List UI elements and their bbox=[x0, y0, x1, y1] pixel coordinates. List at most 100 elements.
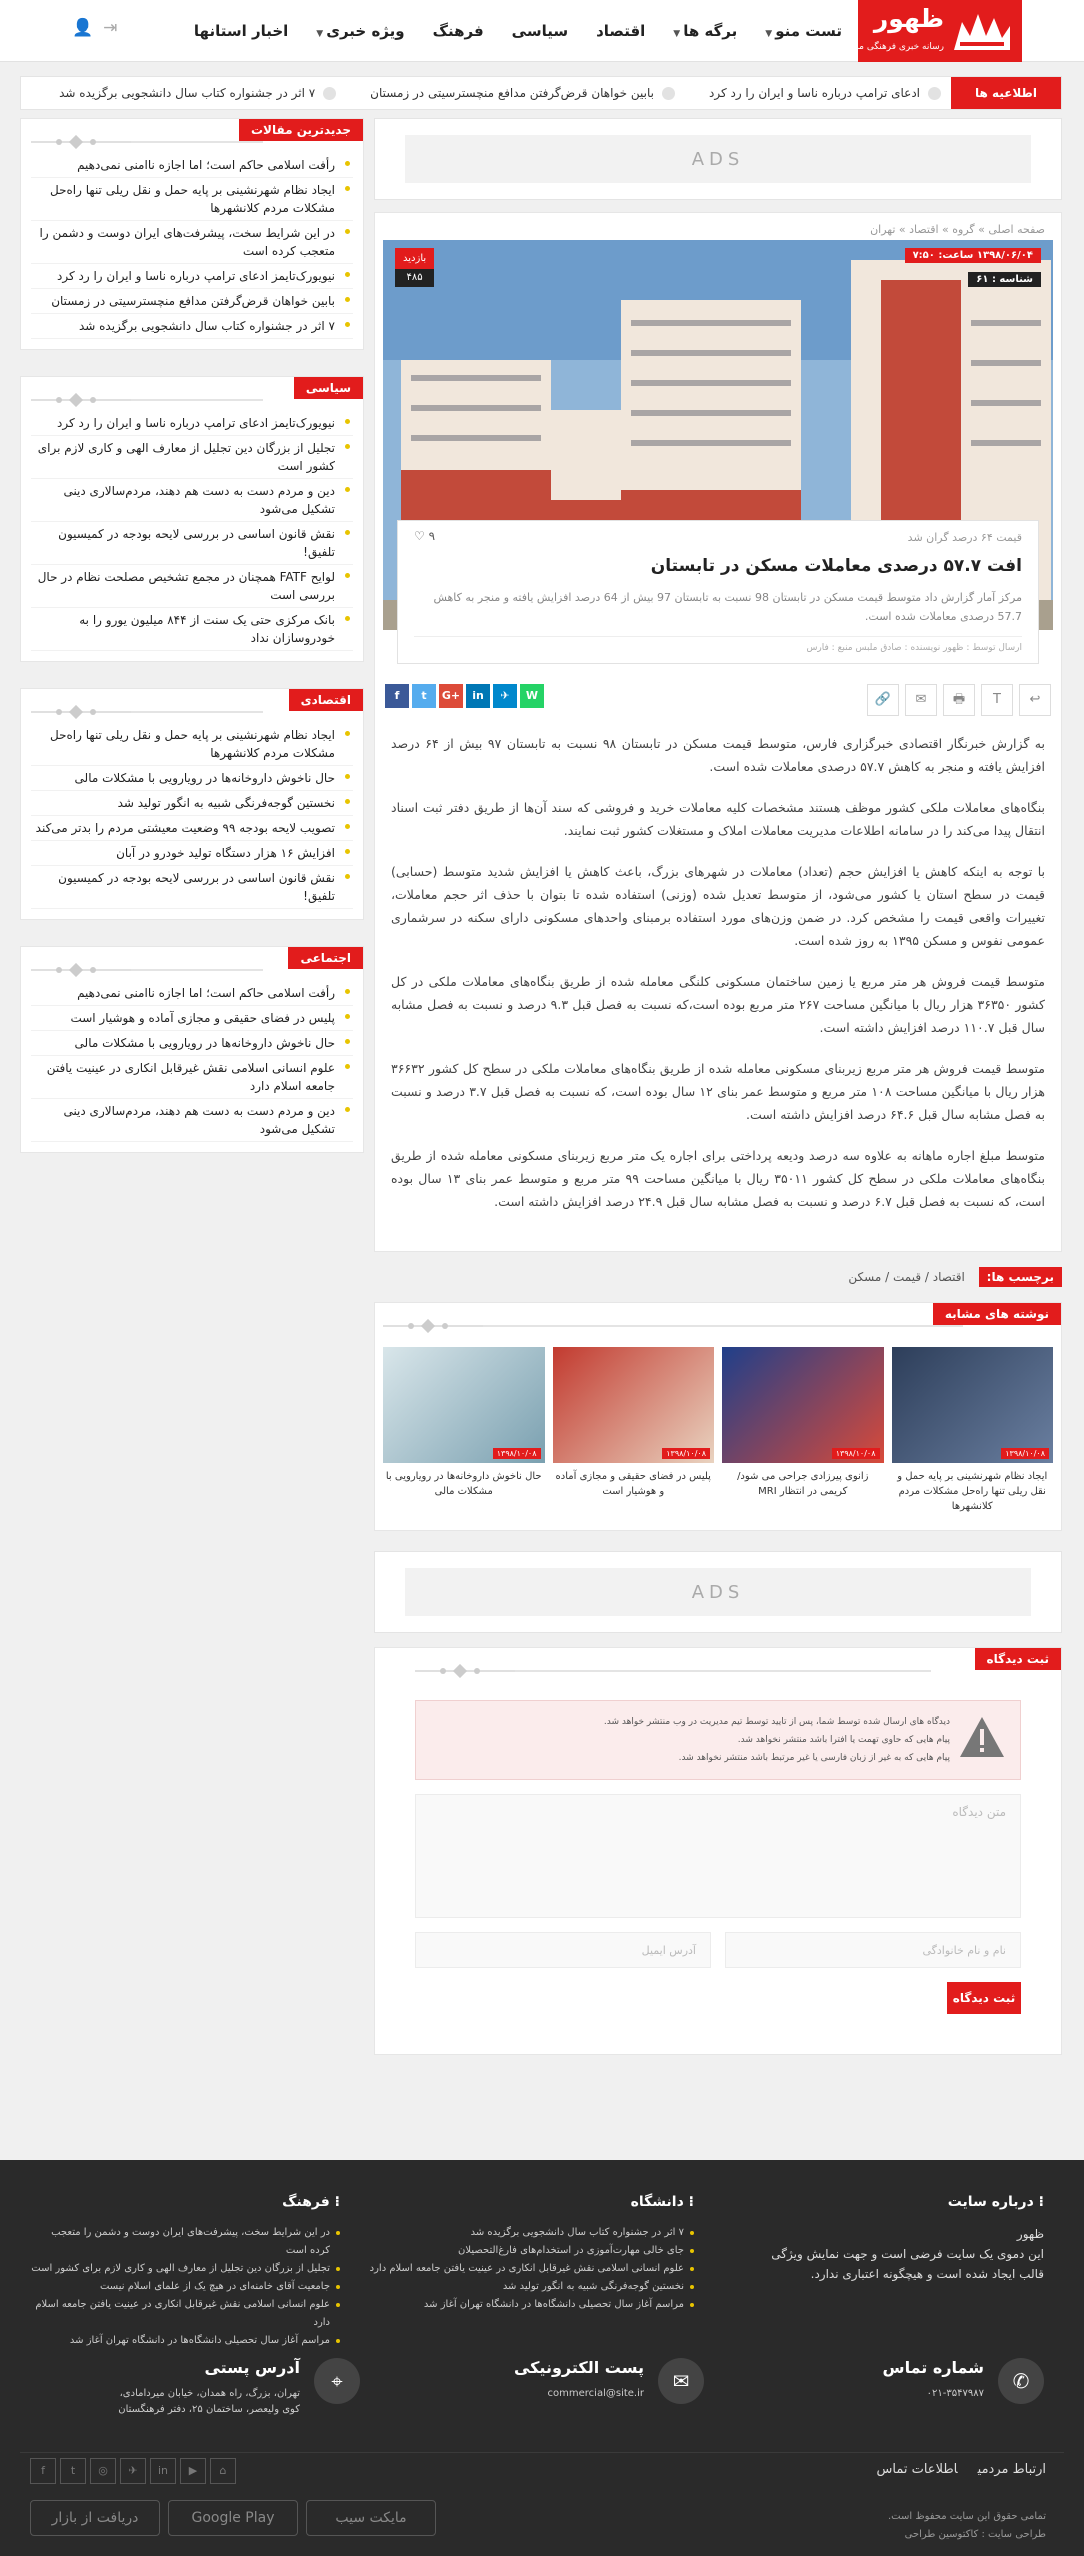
list-item[interactable]: بابین خواهان قرض‌گرفتن مدافع منچسترسیتی … bbox=[31, 289, 353, 314]
list-item[interactable]: لوایح FATF همچنان در مجمع تشخیص مصلحت نظ… bbox=[31, 565, 353, 608]
ad-label: ADS bbox=[405, 1568, 1031, 1616]
app-badge[interactable]: مایکت سیب bbox=[306, 2500, 436, 2536]
tags-list[interactable]: اقتصاد / قیمت / مسکن bbox=[848, 1270, 964, 1284]
site-logo[interactable]: ظهور رسانه خبری فرهنگی مذهبی bbox=[839, 0, 1022, 62]
related-title: حال ناخوش داروخانه‌ها در رویارویی با مشک… bbox=[385, 1471, 542, 1497]
comment-textarea[interactable]: متن دیدگاه bbox=[415, 1794, 1021, 1918]
nav-item-2[interactable]: اقتصاد bbox=[596, 22, 645, 40]
tool-button-3[interactable]: T bbox=[981, 684, 1013, 716]
related-item[interactable]: ۱۳۹۸/۱۰/۰۸ زانوی پیرزادی جراحی می شود/ کر… bbox=[722, 1347, 884, 1514]
list-item[interactable]: بانک مرکزی حتی یک سنت از ۸۴۴ میلیون یورو… bbox=[31, 608, 353, 651]
tool-button-1[interactable]: ✉ bbox=[905, 684, 937, 716]
ticker-item[interactable]: بابین خواهان قرض‌گرفتن مدافع منچسترسیتی … bbox=[370, 86, 675, 100]
ad-banner-bottom[interactable]: ADS bbox=[374, 1551, 1062, 1633]
footer-link[interactable]: در این شرایط سخت، پیشرفت‌های ایران دوست … bbox=[30, 2224, 340, 2260]
footer-link[interactable]: تجلیل از بزرگان دین تجلیل از معارف الهی … bbox=[30, 2260, 340, 2278]
tool-button-2[interactable]: 🖶 bbox=[943, 684, 975, 716]
list-item[interactable]: نقش قانون اساسی در بررسی لایحه بودجه در … bbox=[31, 866, 353, 909]
ticker-item[interactable]: ۷ اثر در جشنواره کتاب سال دانشجویی برگزی… bbox=[59, 86, 336, 100]
list-item[interactable]: تصویب لایحه بودجه ۹۹ وضعیت معیشتی مردم ر… bbox=[31, 816, 353, 841]
social-share-3[interactable]: in bbox=[466, 684, 490, 708]
list-item[interactable]: در این شرایط سخت، پیشرفت‌های ایران دوست … bbox=[31, 221, 353, 264]
like-button[interactable]: ۹ ♡ bbox=[414, 529, 435, 543]
tool-button-0[interactable]: 🔗 bbox=[867, 684, 899, 716]
footer-social-icon[interactable]: in bbox=[150, 2458, 176, 2484]
footer-social-icon[interactable]: ⌂ bbox=[210, 2458, 236, 2484]
tool-button-4[interactable]: ↩ bbox=[1019, 684, 1051, 716]
footer-social-icon[interactable]: ◎ bbox=[90, 2458, 116, 2484]
article-title: افت ۵۷.۷ درصدی معاملات مسکن در تابستان bbox=[650, 556, 1022, 576]
list-item[interactable]: نخستین گوجه‌فرنگی شبیه به انگور تولید شد bbox=[31, 791, 353, 816]
list-item[interactable]: پلیس در فضای حقیقی و مجازی آماده و هوشیا… bbox=[31, 1006, 353, 1031]
tags-row: برچسب ها: اقتصاد / قیمت / مسکن bbox=[374, 1267, 1062, 1287]
footer-social-icon[interactable]: ▶ bbox=[180, 2458, 206, 2484]
list-item[interactable]: رأفت اسلامی حاکم است؛ اما اجازه ناامنی ن… bbox=[31, 153, 353, 178]
footer-social-icon[interactable]: ✈ bbox=[120, 2458, 146, 2484]
list-item[interactable]: علوم انسانی اسلامی نقش غیرقابل انکاری در… bbox=[31, 1056, 353, 1099]
social-share-2[interactable]: G+ bbox=[439, 684, 463, 708]
list-item[interactable]: تجلیل از بزرگان دین تجلیل از معارف الهی … bbox=[31, 436, 353, 479]
footer-social-icon[interactable]: t bbox=[60, 2458, 86, 2484]
email-field[interactable]: آدرس ایمیل bbox=[415, 1932, 711, 1968]
phone-title: شماره تماس bbox=[882, 2358, 984, 2377]
related-image: ۱۳۹۸/۱۰/۰۸ bbox=[891, 1347, 1053, 1463]
related-item[interactable]: ۱۳۹۸/۱۰/۰۸ حال ناخوش داروخانه‌ها در رویار… bbox=[383, 1347, 545, 1514]
footer-link[interactable]: جای خالی مهارت‌آموزی در استخدام‌های فارغ… bbox=[364, 2242, 694, 2260]
list-item[interactable]: دین و مردم دست به دست هم دهند، مردم‌سالا… bbox=[31, 479, 353, 522]
list-item[interactable]: حال ناخوش داروخانه‌ها در رویارویی با مشک… bbox=[31, 766, 353, 791]
footer-link[interactable]: علوم انسانی اسلامی نقش غیرقابل انکاری در… bbox=[364, 2260, 694, 2278]
footer-social-icon[interactable]: f bbox=[30, 2458, 56, 2484]
list-item[interactable]: ایجاد نظام شهرنشینی بر پایه حمل و نقل ری… bbox=[31, 178, 353, 221]
list-item[interactable]: نیویورک‌تایمز ادعای ترامپ درباره ناسا و … bbox=[31, 411, 353, 436]
related-item[interactable]: ۱۳۹۸/۱۰/۰۸ پلیس در فضای حقیقی و مجازی آما… bbox=[552, 1347, 714, 1514]
footer-link[interactable]: علوم انسانی اسلامی نقش غیرقابل انکاری در… bbox=[30, 2296, 340, 2332]
article-title-card: قیمت ۶۴ درصد گران شد ۹ ♡ افت ۵۷.۷ درصدی … bbox=[397, 520, 1039, 664]
ad-label: ADS bbox=[405, 135, 1031, 183]
nav-item-5[interactable]: ویژه خبری▼ bbox=[316, 22, 404, 40]
footer-link[interactable]: نخستین گوجه‌فرنگی شبیه به انگور تولید شد bbox=[364, 2278, 694, 2296]
widget-header: سیاسی bbox=[31, 377, 363, 411]
footer-nav-link[interactable]: ارتباط مردمی bbox=[978, 2462, 1046, 2477]
list-item[interactable]: افزایش ۱۶ هزار دستگاه تولید خودرو در آبا… bbox=[31, 841, 353, 866]
article: صفحه اصلی » گروه » اقتصاد » تهران ۱۳۹۸/۰… bbox=[374, 212, 1062, 1252]
article-paragraph: با توجه به اینکه کاهش یا افزایش حجم (تعد… bbox=[391, 864, 1045, 948]
nav-item-1[interactable]: برگه ها▼ bbox=[673, 22, 737, 40]
site-header: ظهور رسانه خبری فرهنگی مذهبی تست منو▼ برگ… bbox=[0, 0, 1084, 62]
article-paragraph: به گزارش خبرنگار اقتصادی خبرگزاری فارس، … bbox=[391, 736, 1045, 774]
footer-link[interactable]: مراسم آغاز سال تحصیلی دانشگاه‌ها در دانش… bbox=[364, 2296, 694, 2314]
alert-line-2: پیام هایی که حاوی تهمت یا افترا باشد منت… bbox=[737, 1735, 950, 1745]
widget-header: اجتماعی bbox=[31, 947, 363, 981]
list-item[interactable]: ۷ اثر در جشنواره کتاب سال دانشجویی برگزی… bbox=[31, 314, 353, 339]
nav-item-6[interactable]: اخبار استانها bbox=[194, 22, 288, 40]
ad-banner-top[interactable]: ADS bbox=[374, 118, 1062, 200]
ticker-item[interactable]: ادعای ترامپ درباره ناسا و ایران را رد کر… bbox=[709, 86, 941, 100]
main-content: ADS صفحه اصلی » گروه » اقتصاد » تهران ۱۳… bbox=[374, 118, 1062, 2055]
breadcrumb[interactable]: صفحه اصلی » گروه » اقتصاد » تهران bbox=[375, 213, 1061, 240]
login-icon[interactable]: ⇥ bbox=[103, 18, 117, 38]
list-item[interactable]: ایجاد نظام شهرنشینی بر پایه حمل و نقل ری… bbox=[31, 723, 353, 766]
nav-item-4[interactable]: فرهنگ bbox=[433, 22, 484, 40]
social-share-1[interactable]: t bbox=[412, 684, 436, 708]
list-item[interactable]: نقش قانون اساسی در بررسی لایحه بودجه در … bbox=[31, 522, 353, 565]
list-item[interactable]: نیویورک‌تایمز ادعای ترامپ درباره ناسا و … bbox=[31, 264, 353, 289]
social-share-0[interactable]: f bbox=[385, 684, 409, 708]
social-share-4[interactable]: ✈ bbox=[493, 684, 517, 708]
list-item[interactable]: دین و مردم دست به دست هم دهند، مردم‌سالا… bbox=[31, 1099, 353, 1142]
name-field[interactable]: نام و نام خانوادگی bbox=[725, 1932, 1021, 1968]
social-share-5[interactable]: W bbox=[520, 684, 544, 708]
app-badge[interactable]: Google Play bbox=[168, 2500, 298, 2536]
footer-nav-link[interactable]: اطلاعات تماس bbox=[877, 2462, 958, 2477]
nav-label: فرهنگ bbox=[432, 22, 484, 40]
nav-item-0[interactable]: تست منو▼ bbox=[765, 22, 842, 40]
nav-item-3[interactable]: سیاسی bbox=[512, 22, 568, 40]
ornament-icon bbox=[415, 1664, 515, 1678]
footer-link[interactable]: مراسم آغاز سال تحصیلی دانشگاه‌ها در دانش… bbox=[30, 2332, 340, 2350]
app-badge[interactable]: دریافت از بازار bbox=[30, 2500, 160, 2536]
related-item[interactable]: ۱۳۹۸/۱۰/۰۸ ایجاد نظام شهرنشینی بر پایه حم… bbox=[891, 1347, 1053, 1514]
footer-link[interactable]: ۷ اثر در جشنواره کتاب سال دانشجویی برگزی… bbox=[364, 2224, 694, 2242]
user-icon[interactable]: 👤 bbox=[72, 18, 93, 38]
list-item[interactable]: حال ناخوش داروخانه‌ها در رویارویی با مشک… bbox=[31, 1031, 353, 1056]
footer-link[interactable]: جامعیت آقای خامنه‌ای در هیچ یک از علمای … bbox=[30, 2278, 340, 2296]
list-item[interactable]: رأفت اسلامی حاکم است؛ اما اجازه ناامنی ن… bbox=[31, 981, 353, 1006]
submit-comment-button[interactable]: ثبت دیدگاه bbox=[947, 1982, 1021, 2014]
